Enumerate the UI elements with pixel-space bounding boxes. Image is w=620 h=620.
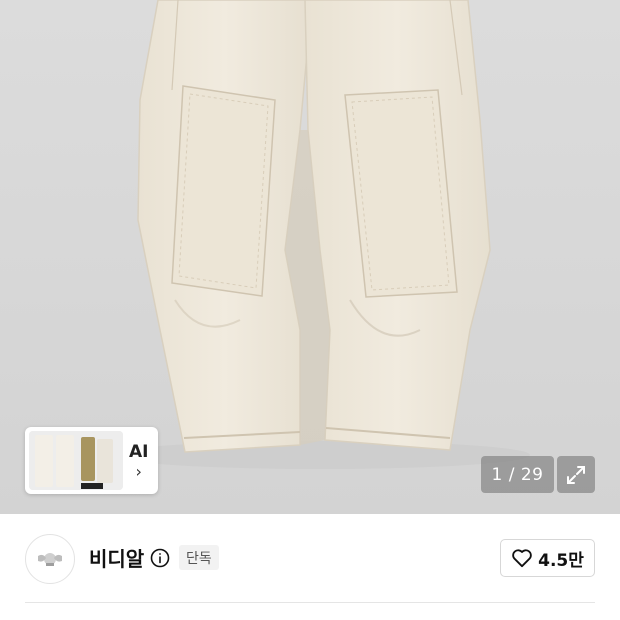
brand-logo[interactable] [25, 534, 75, 584]
expand-image-button[interactable] [557, 456, 595, 493]
exclusive-badge: 단독 [179, 545, 219, 570]
ai-recommendation-card[interactable]: AI › [25, 427, 158, 494]
info-icon[interactable] [150, 548, 170, 568]
brand-row: 비디알 단독 4.5만 [0, 514, 620, 606]
brand-name[interactable]: 비디알 [89, 543, 144, 572]
chevron-right-icon: › [135, 461, 142, 481]
like-count: 4.5만 [538, 550, 584, 571]
heart-icon [512, 549, 532, 568]
ai-thumbnail [29, 431, 123, 490]
expand-icon [567, 465, 585, 484]
brand-emblem-icon [38, 553, 62, 566]
section-divider [25, 602, 595, 603]
ai-label: AI [129, 441, 149, 462]
image-counter: 1 / 29 [481, 456, 554, 493]
like-button[interactable]: 4.5만 [500, 539, 595, 577]
product-image-gallery[interactable]: AI › 1 / 29 [0, 0, 620, 514]
